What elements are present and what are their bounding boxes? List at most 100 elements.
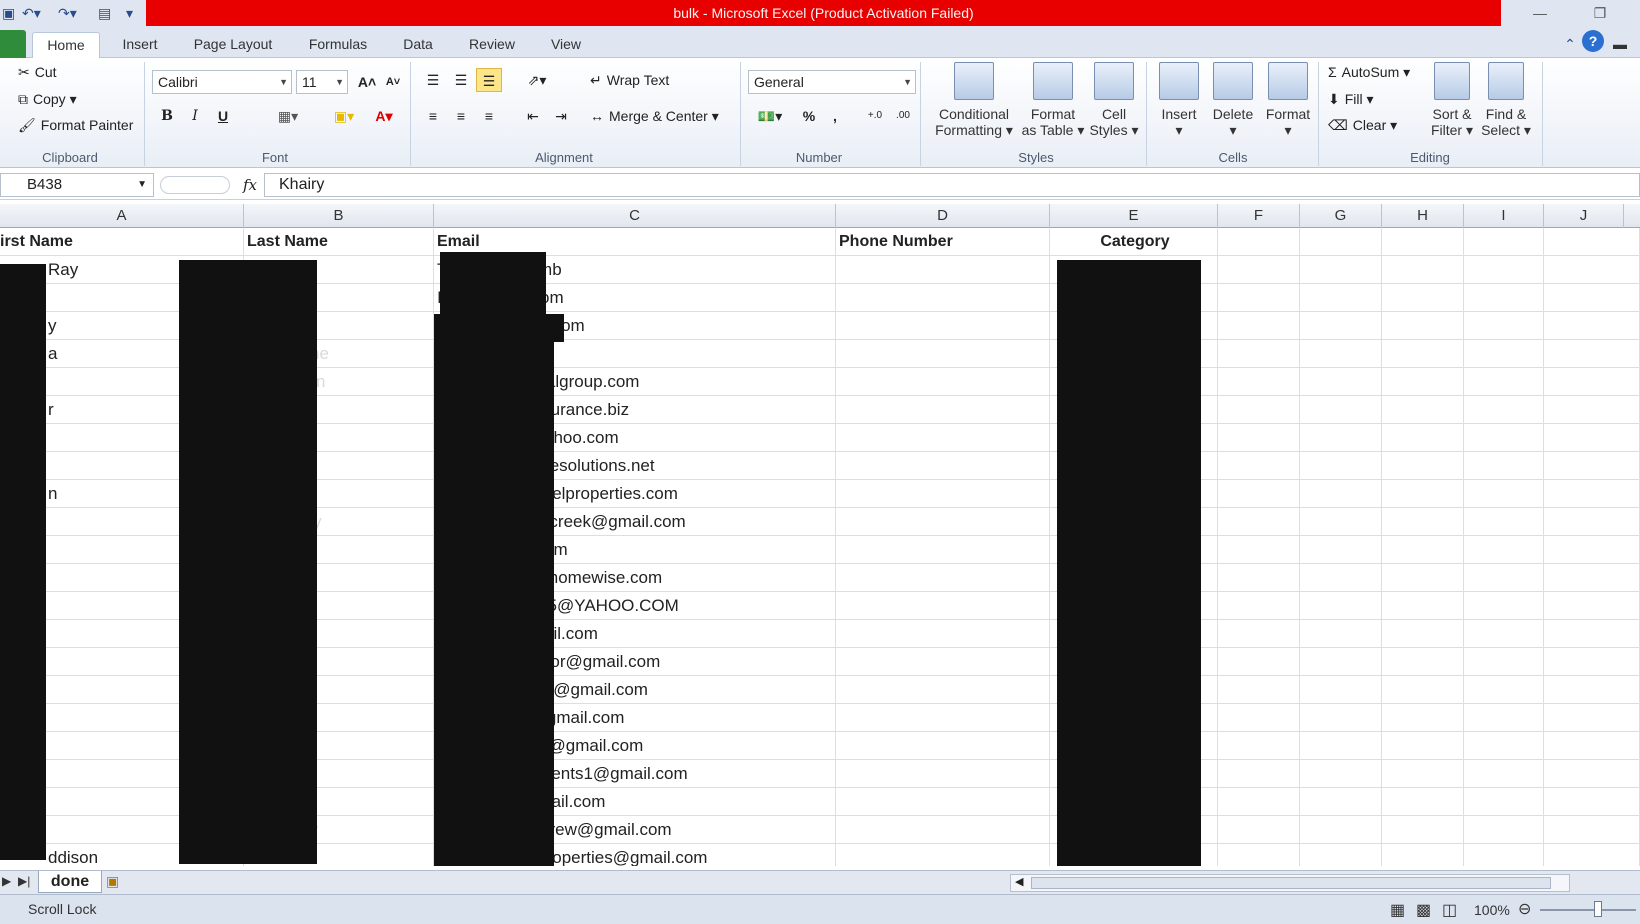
cell-phone[interactable]: [836, 312, 1050, 340]
column-header-f[interactable]: F: [1218, 204, 1300, 228]
empty-cell[interactable]: [1382, 676, 1464, 704]
cell-styles-button[interactable]: Cell Styles ▾: [1088, 62, 1140, 138]
window-minimize-icon[interactable]: ▬: [1610, 32, 1630, 58]
empty-cell[interactable]: [1300, 396, 1382, 424]
align-right-icon[interactable]: ≡: [476, 104, 502, 128]
align-top-icon[interactable]: ☰: [420, 68, 446, 92]
help-icon[interactable]: ?: [1582, 30, 1604, 52]
column-header-d[interactable]: D: [836, 204, 1050, 228]
empty-cell[interactable]: [1464, 312, 1544, 340]
font-color-icon[interactable]: A▾: [366, 104, 402, 128]
tab-view[interactable]: View: [540, 32, 592, 58]
empty-cell[interactable]: [1544, 732, 1640, 760]
empty-cell[interactable]: [1218, 536, 1300, 564]
empty-cell[interactable]: [1544, 396, 1640, 424]
cell-phone[interactable]: [836, 592, 1050, 620]
last-sheet-icon[interactable]: ▶|: [18, 874, 30, 888]
column-header-j[interactable]: J: [1544, 204, 1624, 228]
empty-cell[interactable]: [1218, 452, 1300, 480]
column-header-i[interactable]: I: [1464, 204, 1544, 228]
empty-cell[interactable]: [1464, 648, 1544, 676]
percent-button[interactable]: %: [796, 104, 822, 128]
empty-cell[interactable]: [1300, 844, 1382, 866]
empty-cell[interactable]: [1464, 396, 1544, 424]
empty-cell[interactable]: [1544, 508, 1640, 536]
tab-formulas[interactable]: Formulas: [300, 32, 376, 58]
cell-phone[interactable]: [836, 368, 1050, 396]
format-as-table-button[interactable]: Format as Table ▾: [1018, 62, 1088, 138]
empty-cell[interactable]: [1382, 424, 1464, 452]
column-header-b[interactable]: B: [244, 204, 434, 228]
empty-cell[interactable]: [1300, 284, 1382, 312]
cell-phone[interactable]: [836, 648, 1050, 676]
empty-cell[interactable]: [1382, 816, 1464, 844]
empty-cell[interactable]: [1382, 368, 1464, 396]
decrease-decimal-icon[interactable]: .00: [890, 104, 916, 128]
formula-input[interactable]: Khairy: [264, 173, 1640, 197]
cell-phone[interactable]: [836, 676, 1050, 704]
empty-cell[interactable]: [1544, 620, 1640, 648]
autosum-button[interactable]: Σ AutoSum ▾: [1328, 64, 1410, 81]
empty-cell[interactable]: [1300, 676, 1382, 704]
empty-cell[interactable]: [1382, 564, 1464, 592]
align-center-icon[interactable]: ≡: [448, 104, 474, 128]
empty-cell[interactable]: [1464, 592, 1544, 620]
cell-phone[interactable]: [836, 396, 1050, 424]
align-bottom-icon[interactable]: ☰: [476, 68, 502, 92]
cell-phone[interactable]: [836, 704, 1050, 732]
empty-cell[interactable]: [1218, 480, 1300, 508]
empty-cell[interactable]: [1382, 340, 1464, 368]
empty-cell[interactable]: [1382, 788, 1464, 816]
empty-cell[interactable]: [1382, 732, 1464, 760]
sheet-tab-done[interactable]: done: [38, 871, 102, 893]
empty-cell[interactable]: [1464, 676, 1544, 704]
empty-cell[interactable]: [1382, 648, 1464, 676]
conditional-formatting-button[interactable]: Conditional Formatting ▾: [930, 62, 1018, 138]
empty-cell[interactable]: [1544, 704, 1640, 732]
cell-phone[interactable]: [836, 256, 1050, 284]
cell-phone[interactable]: [836, 844, 1050, 866]
empty-cell[interactable]: [1218, 788, 1300, 816]
empty-cell[interactable]: [1300, 732, 1382, 760]
empty-cell[interactable]: [1300, 620, 1382, 648]
empty-cell[interactable]: [1464, 508, 1544, 536]
empty-cell[interactable]: [1218, 732, 1300, 760]
empty-cell[interactable]: [1544, 816, 1640, 844]
fill-color-icon[interactable]: ▣▾: [326, 104, 362, 128]
cell-phone[interactable]: [836, 452, 1050, 480]
zoom-slider[interactable]: [1540, 909, 1636, 911]
normal-view-icon[interactable]: ▦: [1390, 900, 1405, 920]
empty-cell[interactable]: [1464, 424, 1544, 452]
horizontal-scrollbar[interactable]: ◀: [1010, 874, 1570, 892]
empty-cell[interactable]: [1544, 368, 1640, 396]
empty-cell[interactable]: [1464, 564, 1544, 592]
cell-phone[interactable]: [836, 284, 1050, 312]
empty-cell[interactable]: [1382, 760, 1464, 788]
fill-button[interactable]: ⬇ Fill ▾: [1328, 91, 1374, 108]
empty-cell[interactable]: [1382, 480, 1464, 508]
empty-cell[interactable]: [1464, 368, 1544, 396]
cell-phone[interactable]: [836, 816, 1050, 844]
cell-phone[interactable]: [836, 480, 1050, 508]
empty-cell[interactable]: [1300, 452, 1382, 480]
insert-sheet-icon[interactable]: ▣: [106, 873, 119, 890]
increase-decimal-icon[interactable]: +.0: [862, 104, 888, 128]
empty-cell[interactable]: [1544, 312, 1640, 340]
empty-cell[interactable]: [1300, 508, 1382, 536]
column-header-h[interactable]: H: [1382, 204, 1464, 228]
name-box[interactable]: B438 ▼: [0, 173, 154, 197]
decrease-indent-icon[interactable]: ⇤: [520, 104, 546, 128]
empty-cell[interactable]: [1464, 816, 1544, 844]
empty-cell[interactable]: [1300, 564, 1382, 592]
empty-cell[interactable]: [1382, 704, 1464, 732]
empty-cell[interactable]: [1300, 256, 1382, 284]
header-category[interactable]: Category: [1050, 228, 1218, 256]
empty-cell[interactable]: [1218, 564, 1300, 592]
empty-cell[interactable]: [1218, 592, 1300, 620]
formula-bar-splitter[interactable]: [160, 176, 230, 194]
cell-phone[interactable]: [836, 424, 1050, 452]
empty-cell[interactable]: [1218, 648, 1300, 676]
prev-sheet-icon[interactable]: ▶: [2, 874, 11, 888]
empty-cell[interactable]: [1464, 256, 1544, 284]
merge-center-button[interactable]: ↔ Merge & Center ▾: [590, 108, 719, 125]
